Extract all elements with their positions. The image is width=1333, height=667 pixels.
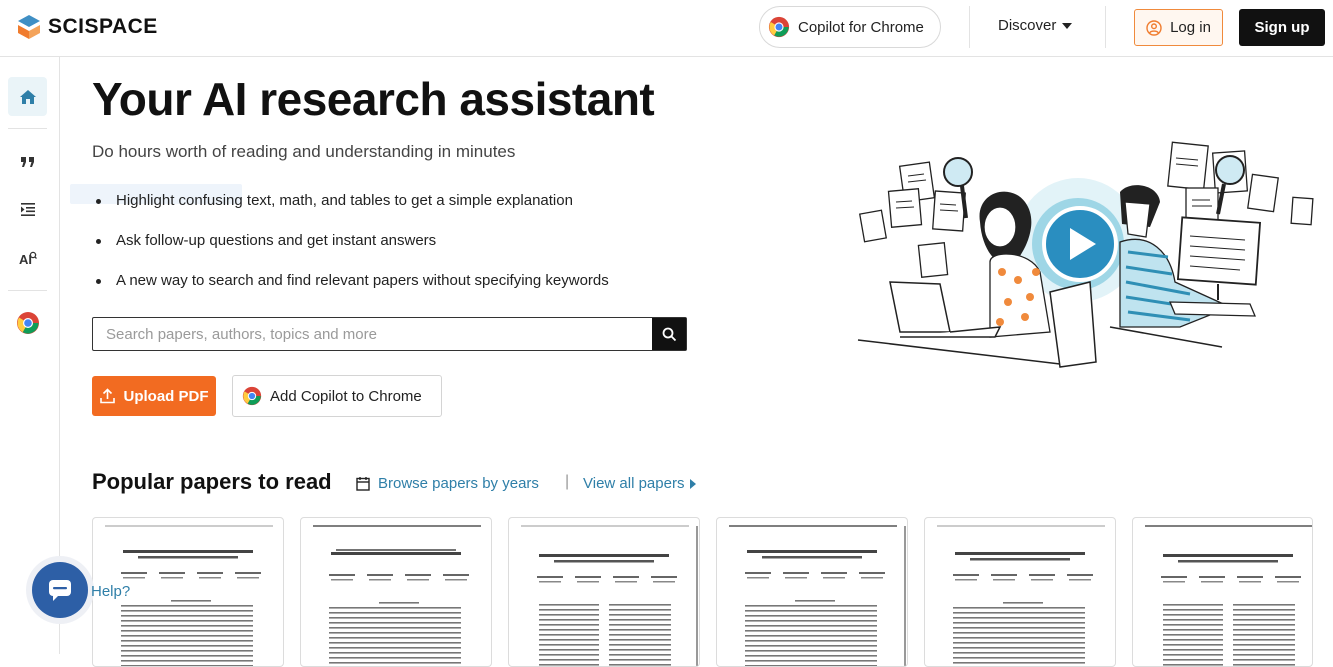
add-chrome-label: Add Copilot to Chrome — [270, 387, 422, 405]
help-label[interactable]: Help? — [91, 583, 130, 600]
feature-item: A new way to search and find relevant pa… — [96, 272, 609, 312]
paper-card[interactable] — [924, 517, 1116, 667]
add-copilot-to-chrome-button[interactable]: Add Copilot to Chrome — [232, 375, 442, 417]
sidebar-item-ai-writer[interactable]: AI — [8, 238, 47, 277]
calendar-icon — [356, 477, 370, 491]
login-label: Log in — [1170, 19, 1211, 36]
browse-papers-by-years-link[interactable]: Browse papers by years — [356, 475, 539, 492]
bullet-dot — [96, 239, 101, 244]
discover-label: Discover — [998, 17, 1057, 34]
quote-icon — [20, 156, 34, 167]
hero-illustration — [850, 132, 1320, 377]
chrome-icon — [242, 386, 262, 406]
paper-thumbnail — [521, 525, 698, 666]
sidebar-item-home[interactable] — [8, 77, 47, 116]
paper-thumbnail — [1145, 525, 1312, 666]
popular-papers-heading: Popular papers to read — [92, 469, 332, 494]
upload-pdf-label: Upload PDF — [123, 387, 209, 405]
paper-thumbnail — [937, 525, 1105, 664]
upload-icon — [99, 388, 115, 404]
feature-text: Highlight confusing text, math, and tabl… — [116, 192, 573, 209]
copilot-label: Copilot for Chrome — [798, 18, 924, 36]
feature-list: Highlight confusing text, math, and tabl… — [96, 192, 609, 312]
paper-card[interactable] — [300, 517, 492, 667]
top-header: SCISPACE Copilot for Chrome Discover Log… — [0, 0, 1333, 57]
sidebar-divider — [8, 290, 47, 291]
help-chat-button[interactable] — [32, 562, 88, 618]
sidebar-item-chrome-extension[interactable] — [8, 303, 47, 342]
paper-card[interactable] — [716, 517, 908, 667]
paper-thumbnail — [313, 525, 481, 664]
header-divider — [1105, 6, 1106, 48]
scispace-logo-icon — [18, 15, 40, 39]
brand-name: SCISPACE — [48, 15, 158, 38]
view-all-papers-link[interactable]: View all papers — [583, 475, 697, 492]
feature-item: Highlight confusing text, math, and tabl… — [96, 192, 609, 232]
feature-text: Ask follow-up questions and get instant … — [116, 232, 437, 249]
home-icon — [19, 89, 36, 104]
search-bar — [92, 317, 687, 351]
browse-label: Browse papers by years — [378, 475, 539, 492]
sidebar-item-literature-review[interactable] — [8, 190, 47, 229]
user-icon — [1146, 19, 1162, 36]
bullet-dot — [96, 199, 101, 204]
login-button[interactable]: Log in — [1134, 9, 1223, 46]
literature-review-icon — [20, 203, 35, 216]
search-input[interactable] — [93, 318, 652, 350]
header-divider — [969, 6, 970, 48]
signup-label: Sign up — [1254, 19, 1310, 36]
feature-text: A new way to search and find relevant pa… — [116, 272, 609, 289]
search-icon — [662, 327, 676, 341]
chat-icon — [49, 580, 71, 601]
page-subtitle: Do hours worth of reading and understand… — [92, 142, 516, 161]
upload-pdf-button[interactable]: Upload PDF — [92, 376, 216, 416]
view-all-label: View all papers — [583, 475, 685, 492]
copilot-for-chrome-button[interactable]: Copilot for Chrome — [759, 6, 941, 48]
ai-writer-icon: AI — [19, 251, 37, 266]
link-separator: | — [565, 473, 570, 490]
chrome-icon — [16, 311, 39, 334]
sidebar-divider — [8, 128, 47, 129]
researchers-illustration — [857, 141, 1314, 368]
signup-button[interactable]: Sign up — [1239, 9, 1325, 46]
caret-right-icon — [690, 478, 697, 489]
paper-card[interactable] — [508, 517, 700, 667]
caret-down-icon — [1062, 22, 1073, 29]
bullet-dot — [96, 279, 101, 284]
chrome-icon — [768, 16, 790, 38]
paper-thumbnail — [729, 525, 906, 666]
page-title: Your AI research assistant — [92, 73, 655, 125]
search-button[interactable] — [652, 318, 686, 350]
discover-menu[interactable]: Discover — [998, 17, 1073, 34]
feature-item: Ask follow-up questions and get instant … — [96, 232, 609, 272]
scispace-logo[interactable]: SCISPACE — [16, 13, 158, 41]
sidebar-item-citation[interactable] — [8, 142, 47, 181]
paper-card[interactable] — [1132, 517, 1313, 667]
